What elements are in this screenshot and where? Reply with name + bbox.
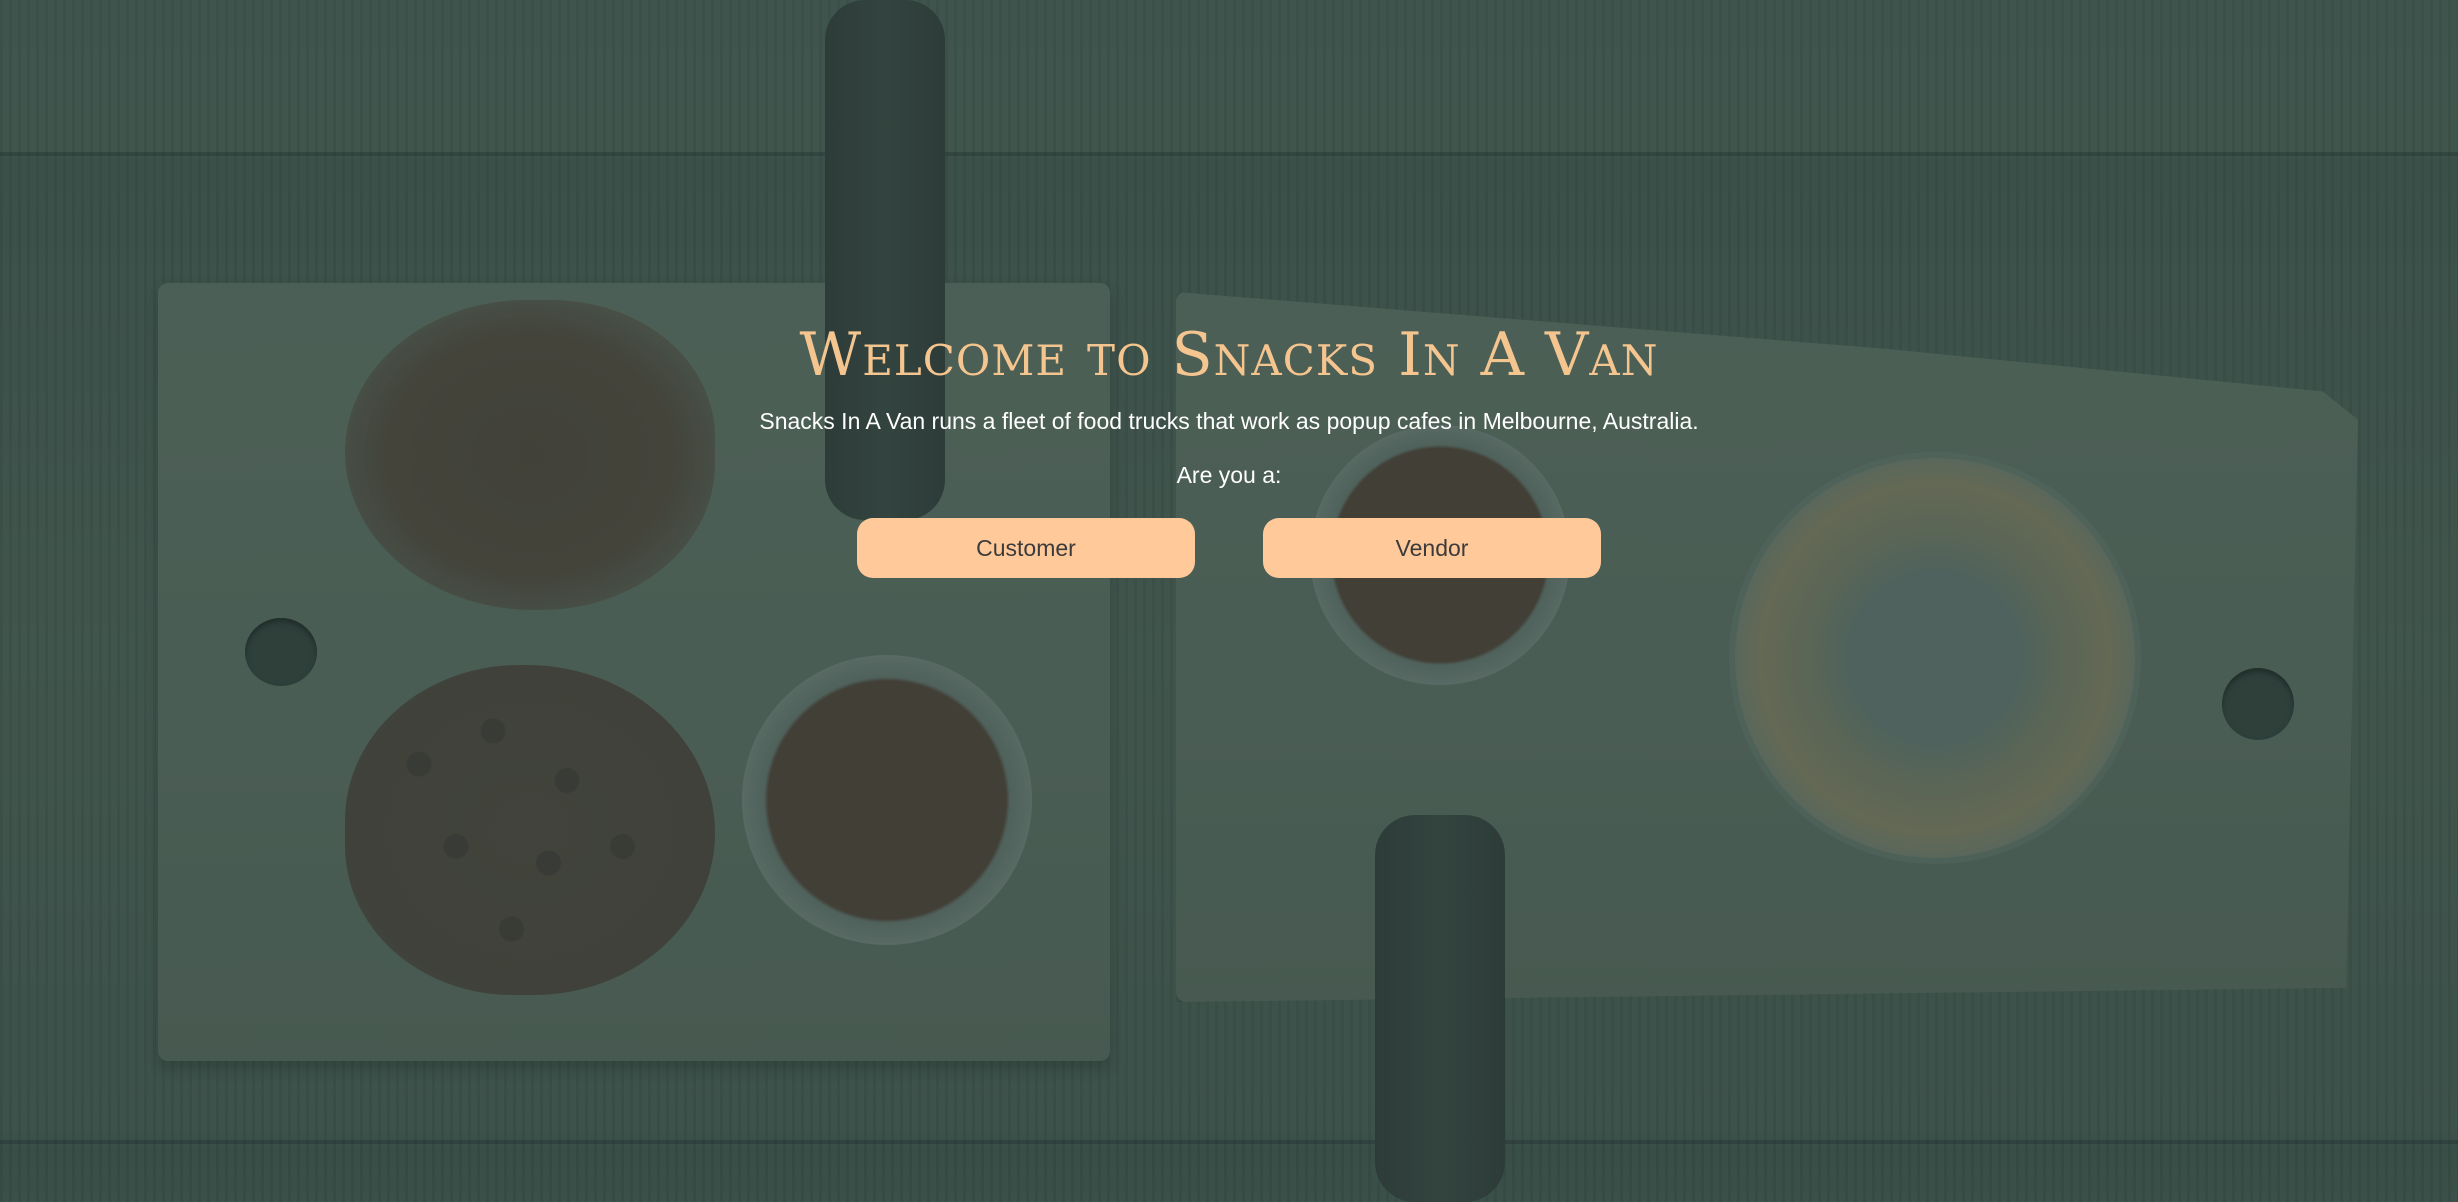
welcome-panel: Welcome to Snacks In A Van Snacks In A V…	[0, 318, 2458, 578]
page-title: Welcome to Snacks In A Van	[799, 320, 1659, 390]
tagline-text: Snacks In A Van runs a fleet of food tru…	[759, 408, 1699, 434]
role-choice-group: Customer Vendor	[0, 518, 2458, 578]
background-tint-overlay	[0, 0, 2458, 1202]
customer-button[interactable]: Customer	[857, 518, 1195, 578]
background-image	[0, 0, 2458, 1202]
role-prompt: Are you a:	[1176, 462, 1282, 488]
vendor-button[interactable]: Vendor	[1263, 518, 1601, 578]
